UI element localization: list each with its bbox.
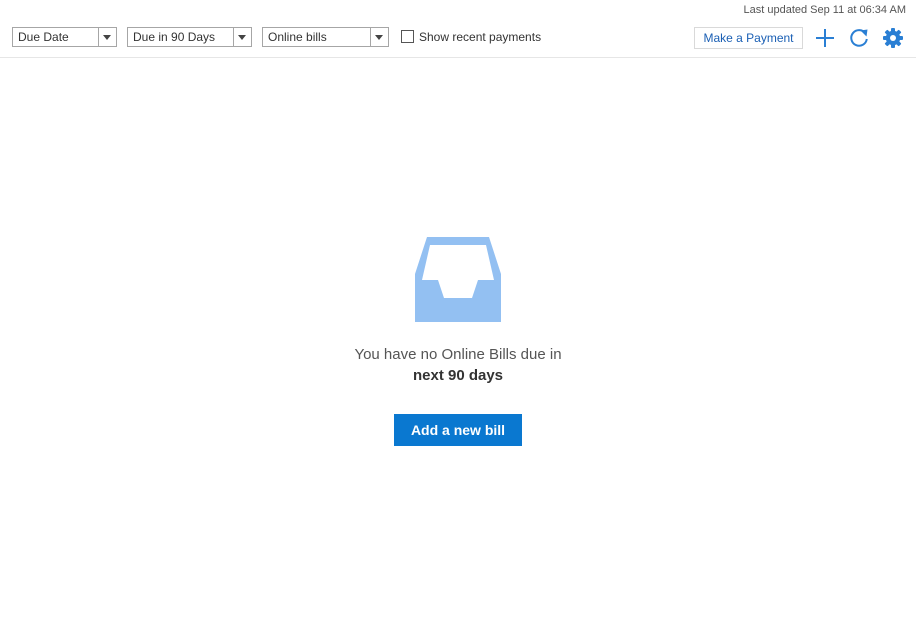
empty-state-message-line1: You have no Online Bills due in — [354, 346, 562, 363]
add-new-bill-button[interactable]: Add a new bill — [394, 414, 522, 446]
show-recent-payments-label: Show recent payments — [419, 30, 542, 44]
make-payment-button[interactable]: Make a Payment — [694, 27, 803, 49]
due-range-select[interactable]: Due in 90 Days — [127, 27, 252, 47]
empty-state-message-line2: next 90 days — [412, 367, 504, 384]
sort-by-select-value: Due Date — [18, 30, 69, 44]
empty-state-message: You have no Online Bills due in next 90 … — [258, 344, 658, 386]
last-updated-text: Last updated Sep 11 at 06:34 AM — [743, 4, 906, 16]
show-recent-payments-checkbox[interactable] — [401, 30, 414, 43]
show-recent-payments-toggle[interactable]: Show recent payments — [401, 29, 541, 45]
bill-type-select-value: Online bills — [268, 30, 327, 44]
bill-type-select[interactable]: Online bills — [262, 27, 389, 47]
inbox-tray-icon — [414, 236, 502, 322]
dropdown-arrow-icon[interactable] — [233, 28, 251, 46]
add-icon[interactable] — [814, 27, 836, 49]
bills-page: Last updated Sep 11 at 06:34 AM Due Date… — [0, 0, 916, 626]
due-range-select-value: Due in 90 Days — [133, 30, 216, 44]
refresh-icon[interactable] — [848, 27, 870, 49]
dropdown-arrow-icon[interactable] — [370, 28, 388, 46]
dropdown-arrow-icon[interactable] — [98, 28, 116, 46]
sort-by-select[interactable]: Due Date — [12, 27, 117, 47]
gear-icon[interactable] — [882, 27, 904, 49]
toolbar: Due Date Due in 90 Days Online bills Sho… — [0, 27, 916, 58]
